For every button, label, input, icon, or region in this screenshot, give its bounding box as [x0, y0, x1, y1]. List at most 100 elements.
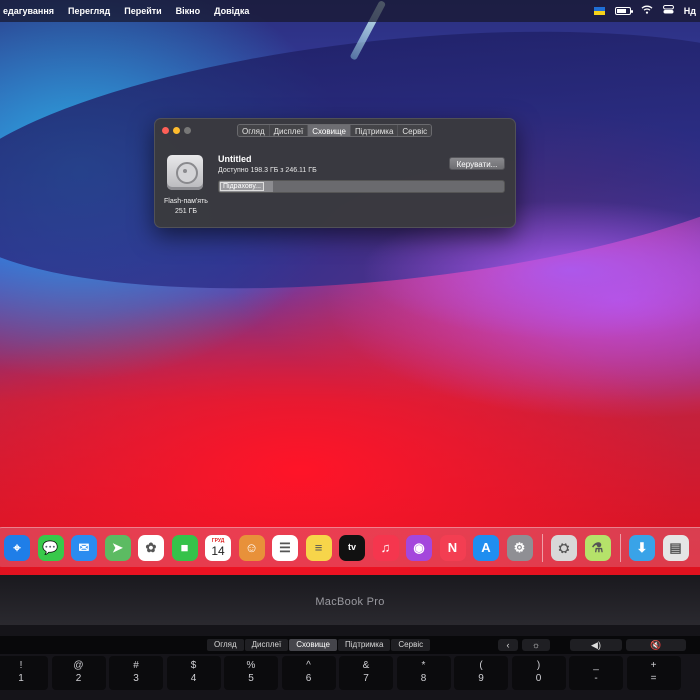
- notes-icon[interactable]: ≡: [305, 534, 332, 561]
- key-1[interactable]: ! 1: [0, 656, 48, 690]
- mail-icon[interactable]: ✉: [71, 534, 97, 561]
- disk-utility-icon[interactable]: ⛭: [551, 534, 577, 561]
- hard-drive-icon: [167, 155, 203, 190]
- key-label: 8: [420, 673, 427, 684]
- key-7[interactable]: & 7: [339, 656, 393, 690]
- tab-displays[interactable]: Дисплеї: [269, 125, 309, 136]
- flag-icon[interactable]: [593, 7, 605, 15]
- music-icon[interactable]: ♫: [372, 534, 399, 561]
- key-4[interactable]: $4: [166, 656, 221, 690]
- key-shift-label: +: [650, 660, 657, 671]
- key-shift-label: @: [73, 660, 84, 671]
- touch-bar-tab-displays[interactable]: Дисплеї: [244, 639, 289, 651]
- news-icon[interactable]: N: [439, 534, 466, 561]
- calculating-label: Підрахову...: [220, 182, 264, 191]
- volume-available: Доступно 198.3 ГБ з 246.11 ГБ: [218, 167, 317, 174]
- key-shift-label: (: [479, 660, 483, 671]
- podcasts-icon[interactable]: ◉: [406, 534, 432, 561]
- key-shift-label: ^: [306, 660, 311, 671]
- key-0[interactable]: ) 0: [511, 656, 566, 690]
- close-button[interactable]: [162, 127, 169, 134]
- disk-size: 251 ГБ: [174, 208, 197, 215]
- touch-bar-tab-overview[interactable]: Огляд: [207, 639, 244, 651]
- stack-icon[interactable]: ▤: [662, 534, 689, 561]
- key-label: 7: [363, 673, 369, 684]
- laptop-brand: MacBook Pro: [315, 596, 385, 608]
- volume-icon[interactable]: ◀︎): [570, 639, 622, 651]
- photos-icon[interactable]: ✿: [138, 534, 164, 561]
- menu-bar: едагування Перегляд Перейти Вікно Довідк…: [0, 0, 700, 22]
- system-preferences-icon[interactable]: ⚙: [506, 534, 533, 561]
- key-label: 2: [75, 673, 82, 684]
- dock-separator: [542, 533, 543, 562]
- menu-view[interactable]: Перегляд: [61, 6, 117, 16]
- key-shift-label: %: [246, 660, 256, 671]
- potion-app-icon[interactable]: ⚗: [584, 534, 611, 561]
- tab-overview[interactable]: Огляд: [238, 125, 270, 136]
- facetime-icon[interactable]: ■: [171, 534, 198, 561]
- tab-support[interactable]: Підтримка: [351, 125, 399, 136]
- tab-service[interactable]: Сервіс: [398, 125, 432, 136]
- key-=[interactable]: + =: [626, 656, 681, 690]
- dock-separator: [620, 533, 621, 562]
- wifi-icon[interactable]: [641, 5, 653, 17]
- touch-bar-tabs: Огляд Дисплеї Сховище Підтримка Сервіс: [207, 639, 431, 651]
- window-controls: [162, 127, 191, 134]
- control-center-icon[interactable]: [662, 5, 674, 17]
- touch-bar-tab-storage[interactable]: Сховище: [289, 639, 337, 651]
- calendar-day: 14: [211, 544, 225, 558]
- menu-edit[interactable]: едагування: [0, 6, 61, 16]
- contacts-icon[interactable]: ☺: [238, 534, 265, 561]
- key-label: 5: [248, 673, 254, 684]
- app-store-icon[interactable]: A: [473, 534, 499, 561]
- disk-name: Flash-пам'ять: [164, 198, 208, 205]
- safari-icon[interactable]: ⌖: [4, 534, 30, 561]
- key-2[interactable]: @2: [51, 656, 106, 690]
- desktop: едагування Перегляд Перейти Вікно Довідк…: [0, 0, 700, 575]
- key-6[interactable]: ^ 6: [281, 656, 336, 690]
- touch-bar-tab-service[interactable]: Сервіс: [391, 639, 431, 651]
- key-3[interactable]: #3: [109, 656, 163, 690]
- about-this-mac-window: Огляд Дисплеї Сховище Підтримка Сервіс F…: [154, 118, 516, 228]
- input-language-indicator[interactable]: Нд: [684, 6, 696, 16]
- key-shift-label: $: [190, 660, 197, 671]
- dock: ⌖ 💬 ✉ ➤ ✿ ■ ГРУД 14 ☺ ☰ ≡ tv ♫ ◉ N A ⚙ ⛭ ⚗ ⬇ ▤: [0, 527, 700, 567]
- key-5[interactable]: % 5: [224, 656, 278, 690]
- key-shift-label: ): [536, 660, 541, 671]
- zoom-button[interactable]: [184, 127, 191, 134]
- keyboard-number-row: ! 1 @2 #3 $4% 5 ^ 6 & 7 * 8(9) 0 _ - + =: [0, 656, 700, 700]
- calendar-icon[interactable]: ГРУД 14: [205, 534, 231, 561]
- messages-icon[interactable]: 💬: [37, 534, 64, 561]
- key-label: -: [594, 673, 598, 684]
- key-label: 3: [133, 673, 139, 684]
- key-9[interactable]: (9: [454, 656, 508, 690]
- key-label: 9: [478, 673, 484, 684]
- manage-button[interactable]: Керувати...: [449, 157, 505, 170]
- mute-icon[interactable]: 🔇: [626, 639, 686, 651]
- apple-tv-icon[interactable]: tv: [339, 534, 365, 561]
- volume-name: Untitled: [218, 154, 252, 164]
- key-label: 1: [18, 673, 24, 684]
- tab-storage[interactable]: Сховище: [308, 125, 351, 136]
- brightness-icon[interactable]: ☼: [522, 639, 550, 651]
- touch-bar-tab-support[interactable]: Підтримка: [338, 639, 391, 651]
- menu-go[interactable]: Перейти: [117, 6, 168, 16]
- touch-bar-expand-icon[interactable]: ‹: [498, 639, 518, 651]
- downloads-folder-icon[interactable]: ⬇: [629, 534, 655, 561]
- minimize-button[interactable]: [173, 127, 180, 134]
- storage-usage-bar: Підрахову...: [218, 180, 505, 193]
- key-shift-label: &: [362, 660, 370, 671]
- key-shift-label: !: [19, 660, 23, 671]
- maps-icon[interactable]: ➤: [104, 534, 131, 561]
- menu-window[interactable]: Вікно: [169, 6, 207, 16]
- key-label: 6: [305, 673, 312, 684]
- battery-icon[interactable]: [614, 7, 633, 15]
- key-8[interactable]: * 8: [396, 656, 451, 690]
- window-tabs: Огляд Дисплеї Сховище Підтримка Сервіс: [237, 124, 433, 137]
- key-shift-label: #: [133, 660, 139, 671]
- touch-bar: Огляд Дисплеї Сховище Підтримка Сервіс ‹…: [0, 636, 700, 654]
- key-label: =: [650, 673, 657, 684]
- key--[interactable]: _ -: [569, 656, 623, 690]
- reminders-icon[interactable]: ☰: [272, 534, 298, 561]
- menu-help[interactable]: Довідка: [207, 6, 256, 16]
